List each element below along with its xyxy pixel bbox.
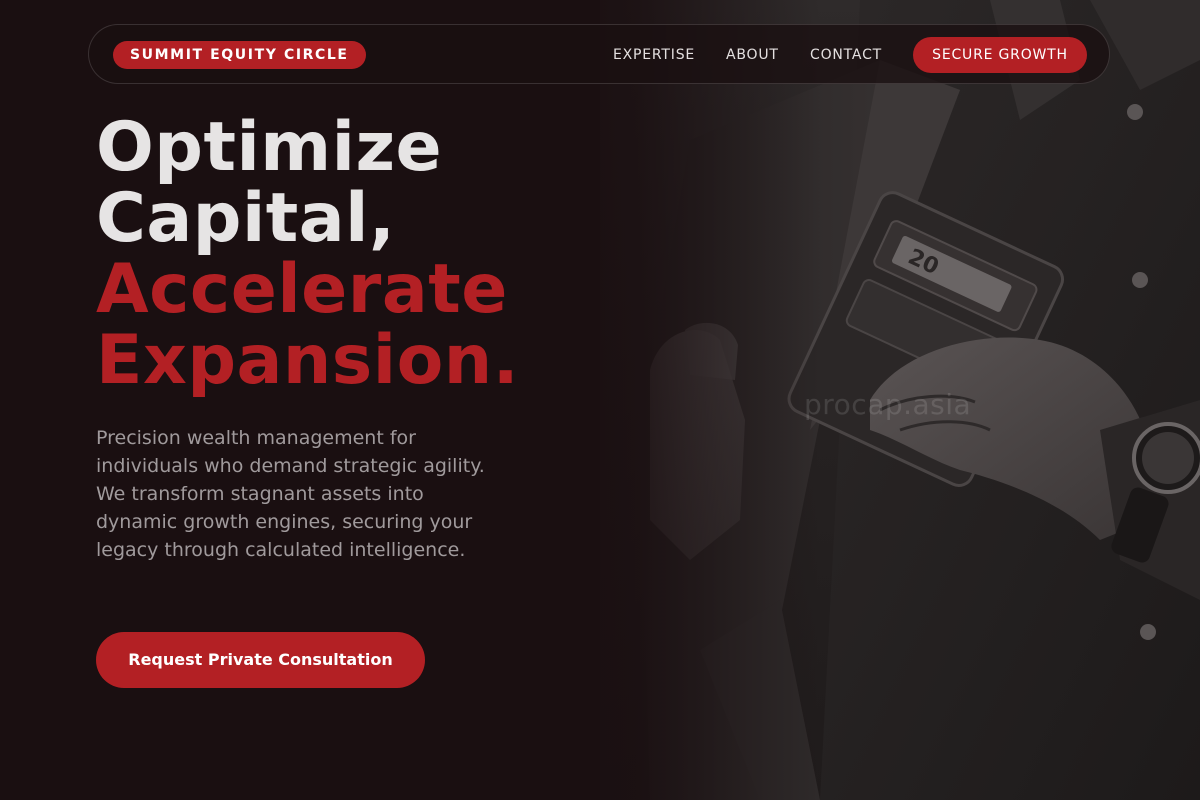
brand-logo[interactable]: SUMMIT EQUITY CIRCLE <box>113 41 366 69</box>
top-navigation: SUMMIT EQUITY CIRCLE EXPERTISE ABOUT CON… <box>88 24 1110 84</box>
headline-line-1: Optimize <box>96 108 443 187</box>
headline-line-4: Expansion. <box>96 321 520 400</box>
hero-headline: Optimize Capital, Accelerate Expansion. <box>96 112 519 396</box>
request-consultation-button[interactable]: Request Private Consultation <box>96 632 425 688</box>
nav-link-about[interactable]: ABOUT <box>726 45 779 65</box>
headline-line-3: Accelerate <box>96 250 508 329</box>
hero-description: Precision wealth management for individu… <box>96 427 485 561</box>
nav-link-contact[interactable]: CONTACT <box>810 45 882 65</box>
image-watermark: procap.asia <box>804 388 972 421</box>
nav-link-expertise[interactable]: EXPERTISE <box>613 45 695 65</box>
headline-line-2: Capital, <box>96 179 396 258</box>
secure-growth-button[interactable]: SECURE GROWTH <box>913 37 1087 73</box>
